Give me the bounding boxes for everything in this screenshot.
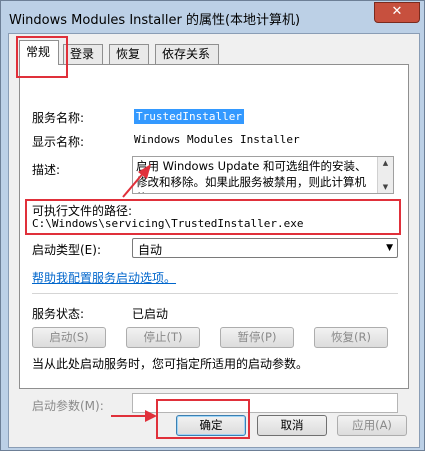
startup-type-dropdown[interactable]: 自动 ▼ — [132, 238, 398, 258]
service-status-value: 已启动 — [132, 307, 169, 321]
description-box[interactable]: 启用 Windows Update 和可选组件的安装、修改和移除。如果此服务被禁… — [132, 156, 394, 194]
pause-button[interactable]: 暂停(P) — [220, 327, 294, 348]
divider — [32, 293, 398, 294]
title-bar: Windows Modules Installer 的属性(本地计算机) ✕ — [1, 1, 425, 35]
annotation-arrow-icon — [122, 164, 151, 198]
start-button[interactable]: 启动(S) — [32, 327, 106, 348]
close-button[interactable]: ✕ — [374, 2, 420, 23]
tab-dependencies[interactable]: 依存关系 — [155, 44, 219, 64]
tab-logon[interactable]: 登录 — [63, 44, 103, 64]
chevron-down-icon: ▼ — [386, 243, 393, 253]
tab-recovery[interactable]: 恢复 — [109, 44, 149, 64]
scroll-up-icon[interactable]: ▲ — [378, 157, 393, 169]
apply-button[interactable]: 应用(A) — [337, 415, 407, 436]
window-title: Windows Modules Installer 的属性(本地计算机) — [9, 13, 301, 28]
startup-type-value: 自动 — [138, 243, 163, 257]
annotation-box-ok — [156, 399, 250, 439]
startup-type-label: 启动类型(E): — [32, 243, 101, 257]
display-name-label: 显示名称: — [32, 135, 85, 149]
display-name-value[interactable]: Windows Modules Installer — [134, 133, 300, 146]
description-text: 启用 Windows Update 和可选组件的安装、修改和移除。如果此服务被禁… — [136, 159, 367, 193]
service-name-value[interactable]: TrustedInstaller — [134, 109, 244, 124]
description-scrollbar[interactable]: ▲ ▼ — [377, 157, 393, 193]
service-status-label: 服务状态: — [32, 307, 85, 321]
param-hint: 当从此处启动服务时，您可指定所适用的启动参数。 — [32, 357, 309, 371]
start-params-label: 启动参数(M): — [32, 399, 104, 413]
service-name-label: 服务名称: — [32, 111, 85, 125]
cancel-button[interactable]: 取消 — [257, 415, 327, 436]
description-label: 描述: — [32, 163, 61, 177]
stop-button[interactable]: 停止(T) — [126, 327, 200, 348]
annotation-box-startup-type — [25, 199, 401, 235]
resume-button[interactable]: 恢复(R) — [314, 327, 388, 348]
scroll-down-icon[interactable]: ▼ — [378, 181, 393, 193]
properties-window: Windows Modules Installer 的属性(本地计算机) ✕ 常… — [0, 0, 425, 451]
annotation-arrow-icon — [111, 410, 157, 422]
dialog-client-area: 常规 登录 恢复 依存关系 服务名称: TrustedInstaller 显示名… — [8, 33, 420, 448]
help-link[interactable]: 帮助我配置服务启动选项。 — [32, 269, 176, 286]
tab-general[interactable]: 常规 — [19, 40, 59, 65]
